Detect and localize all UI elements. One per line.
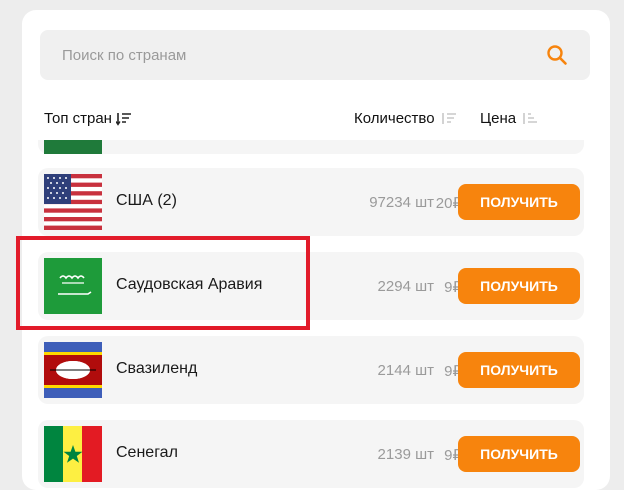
country-name: Сенегал: [116, 444, 178, 461]
list-item[interactable]: США (2) 97234 шт 20₽ ПОЛУЧИТЬ: [38, 168, 584, 236]
list-item[interactable]: Сенегал 2139 шт 9₽ ПОЛУЧИТЬ: [38, 420, 584, 488]
top-countries-label: Топ стран: [44, 110, 112, 127]
get-button[interactable]: ПОЛУЧИТЬ: [458, 352, 580, 388]
get-button[interactable]: ПОЛУЧИТЬ: [458, 268, 580, 304]
country-name: США (2): [116, 192, 177, 209]
quantity-value: 2139 шт: [377, 446, 434, 463]
sort-icon: [522, 112, 538, 126]
get-button[interactable]: ПОЛУЧИТЬ: [458, 436, 580, 472]
list-item: [38, 140, 584, 154]
price-label: Цена: [480, 110, 517, 127]
search-icon[interactable]: [544, 42, 570, 68]
usa-flag-icon: [44, 174, 102, 230]
sort-icon: [441, 112, 457, 126]
get-button[interactable]: ПОЛУЧИТЬ: [458, 184, 580, 220]
sort-by-price[interactable]: Цена: [480, 110, 538, 127]
flag-icon: [44, 140, 102, 154]
eswatini-flag-icon: [44, 342, 102, 398]
sort-by-quantity[interactable]: Количество: [354, 110, 457, 127]
quantity-value: 97234 шт: [369, 194, 434, 211]
search-input[interactable]: [40, 45, 534, 65]
quantity-value: 2294 шт: [377, 278, 434, 295]
sort-desc-icon: [115, 112, 132, 126]
sort-by-top[interactable]: Топ стран: [44, 110, 132, 127]
highlight-box: [16, 236, 310, 330]
senegal-flag-icon: [44, 426, 102, 482]
search-bar: [40, 30, 590, 80]
country-name: Свазиленд: [116, 360, 198, 377]
quantity-label: Количество: [354, 110, 435, 127]
list-item[interactable]: Свазиленд 2144 шт 9₽ ПОЛУЧИТЬ: [38, 336, 584, 404]
quantity-value: 2144 шт: [377, 362, 434, 379]
